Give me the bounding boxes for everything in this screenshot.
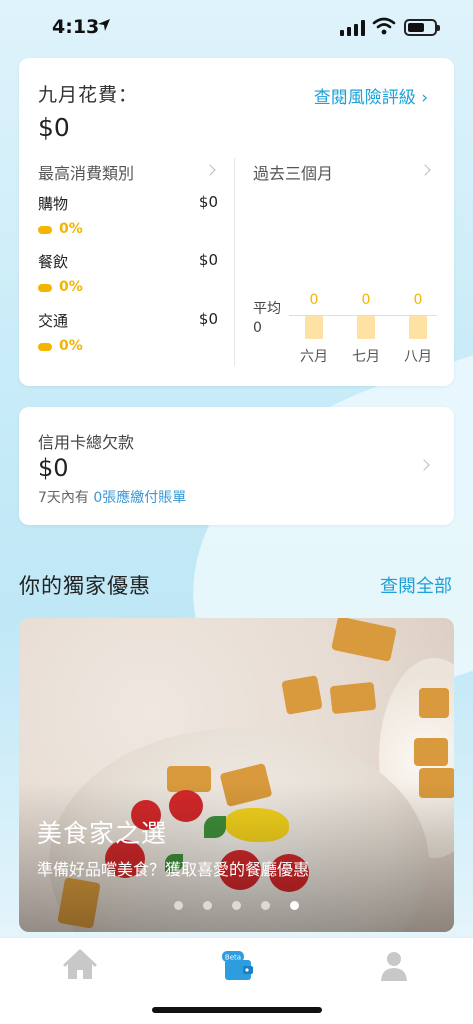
home-indicator xyxy=(152,1007,322,1013)
carousel-dot[interactable] xyxy=(232,901,241,910)
promo-subtitle: 準備好品嚐美食？獲取喜愛的餐廳優惠 xyxy=(37,860,310,879)
risk-rating-link[interactable]: 查閱風險評級 › xyxy=(314,83,428,108)
category-name: 交通 xyxy=(38,312,69,330)
chevron-right-icon[interactable] xyxy=(419,164,431,176)
chart-value-label: 0 xyxy=(361,292,371,308)
chart-bar xyxy=(357,316,375,339)
status-time: 4:13 xyxy=(52,16,100,38)
category-percent: 0% xyxy=(59,338,83,354)
see-all-link[interactable]: 查閱全部 xyxy=(380,572,452,598)
category-pill-icon xyxy=(38,284,52,292)
category-pill-icon xyxy=(38,226,52,234)
credit-card-title: 信用卡總欠款 xyxy=(38,433,135,452)
average-label: 平均 xyxy=(253,301,281,317)
chart-month-label: 七月 xyxy=(352,349,380,365)
average-value: 0 xyxy=(253,320,262,336)
crouton-image xyxy=(331,618,397,662)
category-value: $0 xyxy=(198,310,218,328)
bills-due-link[interactable]: 0張應繳付賬單 xyxy=(93,490,186,506)
subtitle-prefix: 7天內有 xyxy=(38,490,89,506)
promo-title: 美食家之選 xyxy=(37,819,168,848)
status-bar: 4:13 xyxy=(0,0,473,56)
credit-card-debt-card[interactable]: 信用卡總欠款 $0 7天內有 0張應繳付賬單 xyxy=(19,407,454,525)
category-pill-icon xyxy=(38,343,52,351)
category-value: $0 xyxy=(198,193,218,211)
chart-bar xyxy=(409,316,427,339)
chart-value-label: 0 xyxy=(413,292,423,308)
category-value: $0 xyxy=(198,251,218,269)
carousel-dot[interactable] xyxy=(174,901,183,910)
carousel-dot[interactable] xyxy=(261,901,270,910)
category-percent: 0% xyxy=(59,221,83,237)
offers-section-title: 你的獨家優惠 xyxy=(19,574,151,598)
carousel-dot-active[interactable] xyxy=(290,901,299,910)
promo-banner[interactable]: 美食家之選 準備好品嚐美食？獲取喜愛的餐廳優惠 xyxy=(19,618,454,932)
cellular-signal-icon xyxy=(340,20,365,36)
chart-month-label: 八月 xyxy=(404,349,432,365)
crouton-image xyxy=(419,688,449,718)
spending-card: 九月花費： $0 查閱風險評級 › 最高消費類別 購物 $0 0% 餐飲 $0 … xyxy=(19,58,454,386)
chevron-right-icon[interactable] xyxy=(204,164,216,176)
top-categories-title[interactable]: 最高消費類別 xyxy=(38,160,134,184)
profile-icon[interactable] xyxy=(374,948,414,984)
past-three-months-title[interactable]: 過去三個月 xyxy=(253,160,333,184)
wifi-icon xyxy=(372,17,396,35)
home-icon[interactable] xyxy=(60,948,100,984)
chart-bar xyxy=(305,316,323,339)
chart-month-label: 六月 xyxy=(300,349,328,365)
credit-card-subtitle: 7天內有 0張應繳付賬單 xyxy=(38,487,186,507)
month-spending-label: 九月花費： xyxy=(38,84,139,106)
chevron-right-icon[interactable] xyxy=(418,459,430,471)
category-name: 購物 xyxy=(38,195,69,213)
chart-value-label: 0 xyxy=(309,292,319,308)
crouton-image xyxy=(281,675,323,715)
beta-badge: Beta xyxy=(225,954,241,962)
carousel-dot[interactable] xyxy=(203,901,212,910)
crouton-image xyxy=(329,681,377,715)
month-spending-amount: $0 xyxy=(38,113,70,142)
credit-card-amount: $0 xyxy=(38,454,69,482)
category-percent: 0% xyxy=(59,279,83,295)
wallet-icon[interactable]: Beta xyxy=(217,948,257,984)
location-arrow-icon xyxy=(98,19,110,31)
battery-icon xyxy=(404,19,440,36)
crouton-image xyxy=(414,738,448,766)
vertical-divider xyxy=(234,158,235,366)
category-name: 餐飲 xyxy=(38,253,69,271)
